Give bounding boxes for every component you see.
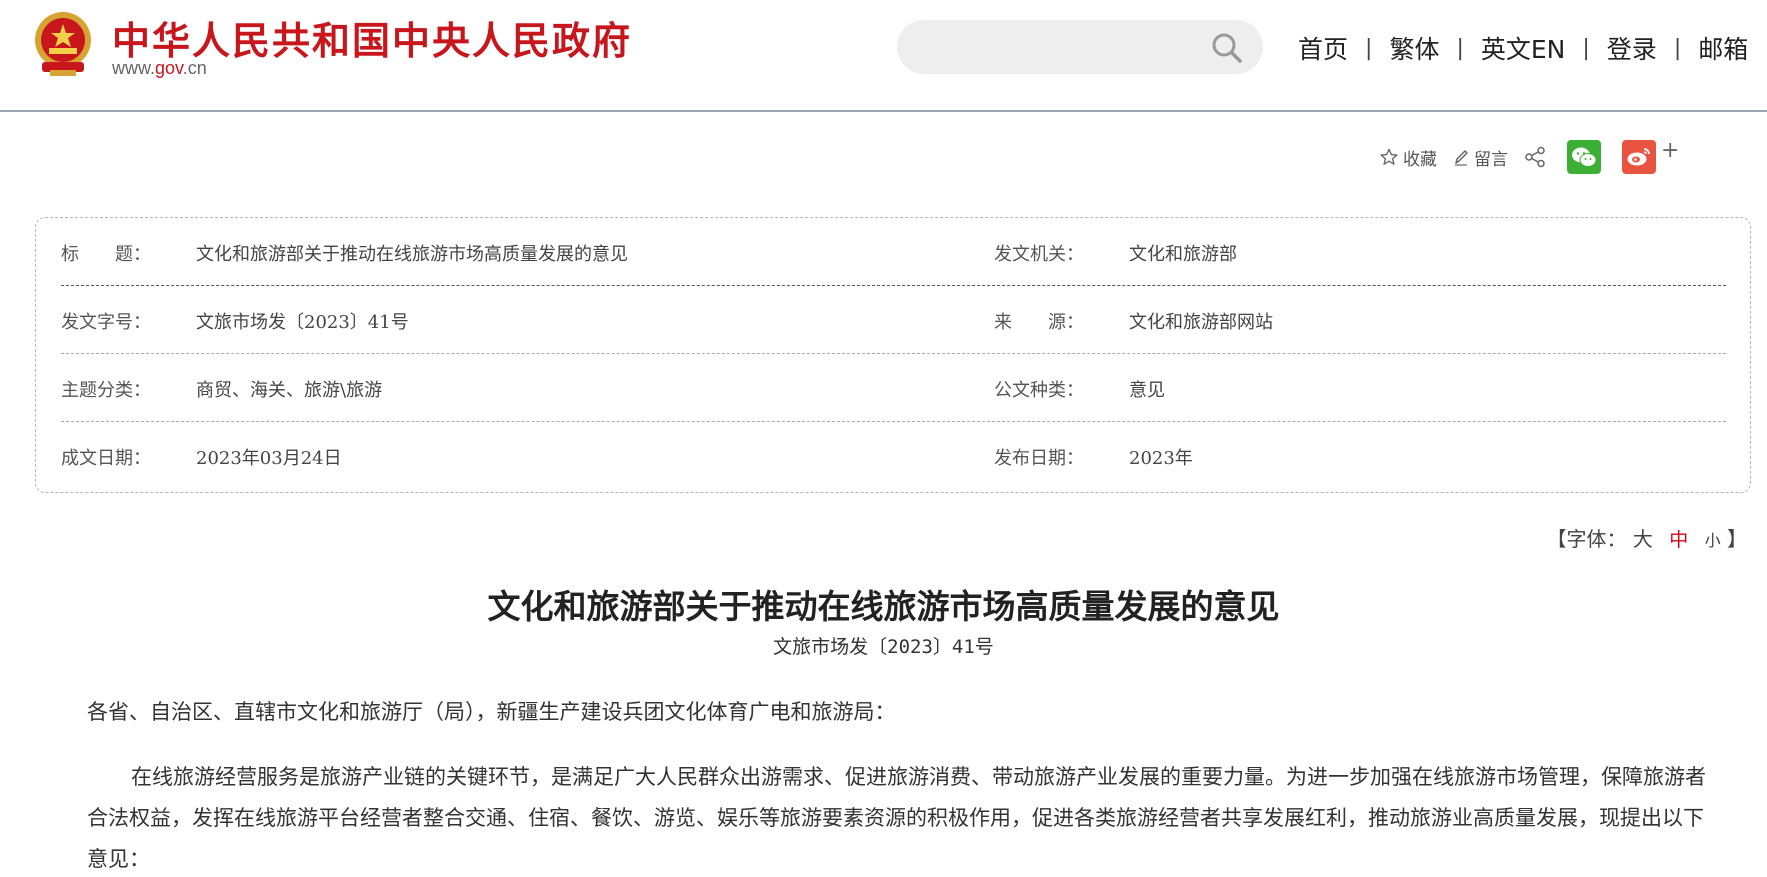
issuer-value: 文化和旅游部 (1129, 244, 1237, 265)
topic-value: 商贸、海关、旅游\旅游 (196, 380, 383, 401)
title-value: 文化和旅游部关于推动在线旅游市场高质量发展的意见 (196, 244, 628, 265)
nav-traditional[interactable]: 繁体 (1389, 30, 1439, 66)
article-document-number: 文旅市场发〔2023〕41号 (773, 636, 994, 658)
info-row-topic: 主题分类： 商贸、海关、旅游\旅游 公文种类： 意见 (61, 354, 1726, 422)
issuer-label: 发文机关： (994, 244, 1084, 265)
docno-label: 发文字号： (61, 312, 151, 333)
national-emblem-icon[interactable] (32, 10, 94, 78)
document-info-table: 标 题： 文化和旅游部关于推动在线旅游市场高质量发展的意见 发文机关： 文化和旅… (35, 217, 1751, 493)
weibo-icon (1627, 148, 1650, 166)
site-header: 中华人民共和国中央人民政府 www.gov.cn 首页 | 繁体 | 英文EN … (0, 0, 1767, 112)
source-label: 来 源： (994, 312, 1084, 333)
article-title: 文化和旅游部关于推动在线旅游市场高质量发展的意见 (487, 587, 1280, 626)
search-input[interactable] (897, 20, 1263, 74)
share-button[interactable] (1524, 146, 1551, 168)
published-date-label: 发布日期： (994, 448, 1084, 469)
top-navigation: 首页 | 繁体 | 英文EN | 登录 | 邮箱 (1298, 30, 1748, 66)
wechat-icon (1572, 147, 1597, 167)
written-date-label: 成文日期： (61, 448, 151, 469)
share-toolbar: 收藏 留言 + (1380, 138, 1679, 174)
article-paragraph: 在线旅游经营服务是旅游产业链的关键环节，是满足广大人民群众出游需求、促进旅游消费… (87, 765, 1706, 871)
info-row-docno: 发文字号： 文旅市场发〔2023〕41号 来 源： 文化和旅游部网站 (61, 286, 1726, 354)
docno-value: 文旅市场发〔2023〕41号 (196, 312, 409, 333)
nav-separator: | (1673, 35, 1682, 61)
star-icon (1380, 148, 1398, 165)
nav-home[interactable]: 首页 (1298, 30, 1348, 66)
share-icon (1525, 146, 1545, 168)
favorite-button[interactable]: 收藏 (1380, 145, 1437, 170)
nav-separator: | (1456, 35, 1464, 61)
url-gov: gov (155, 58, 183, 78)
source-value: 文化和旅游部网站 (1129, 312, 1273, 333)
comment-button[interactable]: 留言 (1453, 145, 1508, 170)
site-title[interactable]: 中华人民共和国中央人民政府 (112, 10, 632, 65)
url-prefix: www. (112, 58, 156, 78)
info-row-title: 标 题： 文化和旅游部关于推动在线旅游市场高质量发展的意见 发文机关： 文化和旅… (61, 218, 1726, 286)
favorite-label: 收藏 (1403, 149, 1437, 170)
doctype-value: 意见 (1129, 380, 1165, 401)
written-date-value: 2023年03月24日 (196, 448, 342, 469)
more-share-button[interactable]: + (1661, 138, 1679, 163)
url-suffix: .cn (182, 58, 207, 78)
font-size-large[interactable]: 大 (1633, 527, 1653, 551)
site-url: www.gov.cn (112, 58, 207, 79)
published-date-value: 2023年 (1129, 448, 1193, 469)
nav-mail[interactable]: 邮箱 (1698, 30, 1748, 66)
info-row-dates: 成文日期： 2023年03月24日 发布日期： 2023年 (61, 422, 1726, 490)
doctype-label: 公文种类： (994, 380, 1084, 401)
title-label: 标 题： (61, 244, 151, 265)
font-size-small[interactable]: 小 (1705, 531, 1721, 550)
nav-english[interactable]: 英文EN (1481, 30, 1566, 66)
topic-label: 主题分类： (61, 380, 151, 401)
nav-separator: | (1582, 35, 1590, 61)
nav-login[interactable]: 登录 (1607, 30, 1657, 66)
article-salutation: 各省、自治区、直辖市文化和旅游厅（局），新疆生产建设兵团文化体育广电和旅游局： (87, 700, 896, 724)
font-size-close: 】 (1727, 527, 1747, 551)
nav-separator: | (1365, 35, 1373, 61)
comment-label: 留言 (1474, 149, 1508, 170)
font-size-open: 【字体： (1546, 527, 1627, 551)
pencil-icon (1455, 150, 1468, 166)
font-size-switcher: 【字体： 大 中 小 】 (1547, 523, 1747, 552)
font-size-medium[interactable]: 中 (1669, 529, 1688, 551)
weibo-share-button[interactable] (1622, 140, 1656, 174)
search-icon[interactable] (1211, 32, 1243, 64)
wechat-share-button[interactable] (1567, 140, 1601, 174)
